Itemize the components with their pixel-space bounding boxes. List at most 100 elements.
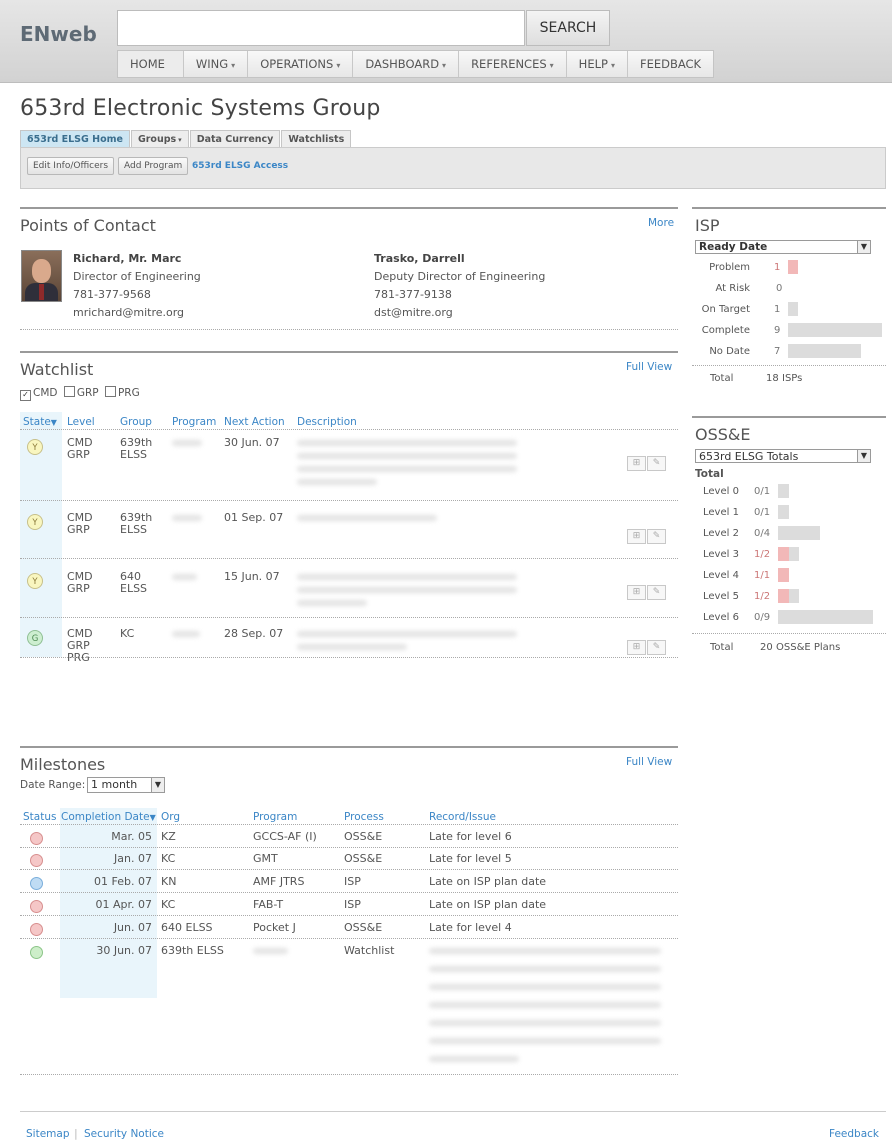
row-group: 640 ELSS [120, 570, 148, 595]
edit-info-button[interactable]: Edit Info/Officers [27, 157, 115, 175]
col-program[interactable]: Program [172, 416, 216, 428]
nav-dashboard[interactable]: DASHBOARD ▾ [353, 51, 460, 77]
nav-operations[interactable]: OPERATIONS ▾ [248, 51, 354, 77]
row-description-redacted [297, 574, 517, 580]
col-completion-date[interactable]: Completion Date▼ [61, 811, 156, 823]
contact-role: Deputy Director of Engineering [374, 270, 546, 283]
nav-help-label: HELP [578, 57, 608, 71]
sitemap-link[interactable]: Sitemap [26, 1128, 70, 1140]
contact-email[interactable]: mrichard@mitre.org [73, 306, 184, 319]
date-range-select[interactable]: 1 month ▼ [87, 777, 165, 793]
row-issue: Late for level 4 [429, 921, 512, 934]
nav-wing[interactable]: WING ▾ [184, 51, 249, 77]
row-description-redacted [297, 466, 517, 472]
osse-bar-total [778, 505, 789, 519]
filter-prg-checkbox[interactable] [104, 386, 116, 397]
col-group[interactable]: Group [120, 416, 152, 428]
row-divider [20, 915, 678, 916]
col-state-label: State [23, 416, 51, 428]
row-description-redacted [297, 644, 407, 650]
row-program: AMF JTRS [253, 875, 305, 888]
pencil-icon[interactable]: ✎ [647, 585, 666, 600]
chevron-down-icon: ▼ [151, 778, 164, 792]
osse-title: OSS&E [695, 425, 751, 444]
state-green-icon: G [27, 630, 43, 646]
grid-icon[interactable]: ⊞ [627, 585, 646, 600]
row-issue-redacted [429, 1056, 519, 1062]
contact-email[interactable]: dst@mitre.org [374, 306, 453, 319]
osse-select[interactable]: 653rd ELSG Totals ▼ [695, 449, 871, 463]
contact-name[interactable]: Trasko, Darrell [374, 252, 465, 265]
col-description[interactable]: Description [297, 416, 357, 428]
poc-title: Points of Contact [20, 216, 156, 235]
page-title: 653rd Electronic Systems Group [20, 96, 381, 121]
isp-divider [692, 365, 886, 366]
col-level[interactable]: Level [67, 416, 95, 428]
grid-icon[interactable]: ⊞ [627, 640, 646, 655]
row-group: KC [120, 627, 135, 640]
chevron-down-icon: ▾ [549, 61, 554, 70]
filter-grp-checkbox[interactable] [63, 386, 75, 397]
grid-icon[interactable]: ⊞ [627, 529, 646, 544]
tab-watchlists[interactable]: Watchlists [281, 130, 352, 147]
poc-more-link[interactable]: More [648, 217, 674, 229]
pencil-icon[interactable]: ✎ [647, 456, 666, 471]
nav-home[interactable]: HOME [118, 51, 184, 77]
filter-cmd-checkbox[interactable]: ✓ [20, 390, 31, 401]
tab-elsg-home[interactable]: 653rd ELSG Home [20, 130, 130, 147]
row-program-redacted [172, 574, 197, 580]
tab-groups[interactable]: Groups ▾ [130, 130, 189, 147]
nav-help[interactable]: HELP ▾ [567, 51, 628, 77]
search-input[interactable] [117, 10, 525, 46]
app-logo[interactable]: ENweb [20, 22, 97, 46]
isp-label: On Target [701, 304, 750, 315]
security-notice-link[interactable]: Security Notice [84, 1128, 164, 1140]
isp-value: 0 [776, 283, 783, 294]
isp-total-unit: ISPs [782, 373, 803, 384]
sort-desc-icon: ▼ [149, 813, 156, 822]
row-program-redacted [253, 948, 288, 954]
col-record-issue[interactable]: Record/Issue [429, 811, 496, 823]
col-status[interactable]: Status [23, 811, 56, 823]
top-bar: ENweb SEARCH HOME WING ▾ OPERATIONS ▾ DASH… [0, 0, 892, 83]
add-program-button[interactable]: Add Program [118, 157, 189, 175]
row-date: 30 Jun. 07 [96, 944, 152, 957]
osse-level-value: 0/4 [754, 528, 771, 539]
row-actions: ⊞ ✎ [627, 456, 669, 472]
pencil-icon[interactable]: ✎ [647, 640, 666, 655]
osse-total-label: Total [710, 642, 734, 653]
col-org[interactable]: Org [161, 811, 180, 823]
status-red-icon [30, 832, 43, 845]
nav-references[interactable]: REFERENCES ▾ [459, 51, 567, 77]
col-program[interactable]: Program [253, 811, 297, 823]
tab-data-currency[interactable]: Data Currency [189, 130, 281, 147]
col-process[interactable]: Process [344, 811, 384, 823]
isp-bar [788, 260, 798, 274]
row-program: FAB-T [253, 898, 284, 911]
milestones-full-view-link[interactable]: Full View [626, 756, 672, 768]
contact-role: Director of Engineering [73, 270, 201, 283]
grid-icon[interactable]: ⊞ [627, 456, 646, 471]
contact-name[interactable]: Richard, Mr. Marc [73, 252, 181, 265]
chevron-down-icon: ▼ [857, 241, 870, 253]
row-description-redacted [297, 515, 437, 521]
row-next-action: 15 Jun. 07 [224, 570, 280, 583]
row-actions: ⊞ ✎ [627, 585, 669, 601]
search-button[interactable]: SEARCH [526, 10, 610, 46]
watchlist-full-view-link[interactable]: Full View [626, 361, 672, 373]
osse-level-value: 0/9 [754, 612, 771, 623]
footer-feedback-link[interactable]: Feedback [829, 1128, 879, 1140]
pencil-icon[interactable]: ✎ [647, 529, 666, 544]
col-state[interactable]: State▼ [23, 416, 57, 428]
row-process: OSS&E [344, 830, 383, 843]
date-range-label: Date Range: [20, 779, 86, 791]
nav-feedback[interactable]: FEEDBACK [628, 51, 713, 77]
elsg-access-link[interactable]: 653rd ELSG Access [192, 161, 288, 171]
row-issue-redacted [429, 948, 661, 954]
isp-bar [788, 323, 882, 337]
osse-level-value: 1/2 [754, 549, 771, 560]
isp-label: Problem [709, 262, 750, 273]
isp-select[interactable]: Ready Date ▼ [695, 240, 871, 254]
isp-rule [692, 207, 886, 209]
col-next-action[interactable]: Next Action [224, 416, 285, 428]
